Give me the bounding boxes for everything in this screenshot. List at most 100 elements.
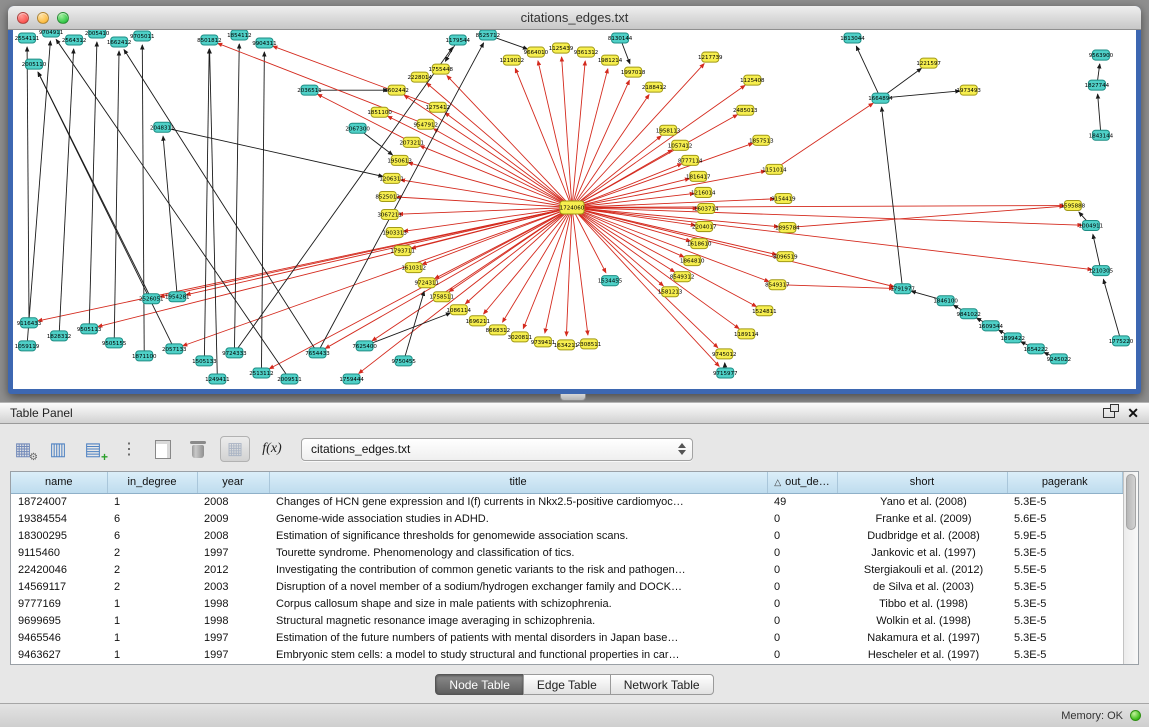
table-cell[interactable]: 2003 bbox=[197, 578, 269, 595]
table-cell[interactable]: 2008 bbox=[197, 527, 269, 544]
table-cell[interactable]: 9115460 bbox=[11, 544, 107, 561]
graph-node[interactable]: 9116433 bbox=[17, 318, 42, 328]
graph-node[interactable]: 2005410 bbox=[85, 30, 110, 38]
graph-node[interactable]: 1217739 bbox=[698, 52, 723, 62]
graph-node[interactable]: 1895784 bbox=[775, 223, 800, 233]
graph-node[interactable]: 1654222 bbox=[1024, 344, 1048, 354]
float-panel-icon[interactable] bbox=[1103, 408, 1115, 418]
graph-node[interactable]: 1958113 bbox=[656, 125, 681, 135]
graph-node[interactable]: 1664894 bbox=[868, 93, 893, 103]
graph-node[interactable]: 2036511 bbox=[297, 85, 321, 95]
table-cell[interactable]: Wolkin et al. (1998) bbox=[837, 612, 1007, 629]
table-cell[interactable]: 5.5E-5 bbox=[1007, 561, 1123, 578]
close-panel-icon[interactable]: ✕ bbox=[1127, 406, 1139, 420]
table-cell[interactable]: 1998 bbox=[197, 612, 269, 629]
graph-node[interactable]: 1997018 bbox=[621, 67, 646, 77]
window-resize-grip[interactable] bbox=[560, 394, 586, 401]
graph-node[interactable]: 3067211 bbox=[377, 210, 401, 220]
table-cell[interactable]: 6 bbox=[107, 527, 197, 544]
graph-node[interactable]: 1534455 bbox=[598, 276, 623, 286]
graph-node[interactable]: 1151014 bbox=[762, 164, 787, 174]
graph-node[interactable]: 9505155 bbox=[102, 338, 127, 348]
table-cell[interactable]: Tourette syndrome. Phenomenology and cla… bbox=[269, 544, 767, 561]
table-cell[interactable]: 1 bbox=[107, 646, 197, 663]
graph-node[interactable]: 9750455 bbox=[391, 356, 416, 366]
graph-node[interactable]: 9547912 bbox=[413, 119, 437, 129]
graph-node[interactable]: 1899422 bbox=[1001, 333, 1025, 343]
graph-node[interactable]: 1189114 bbox=[734, 329, 759, 339]
graph-node[interactable]: 1057412 bbox=[668, 140, 692, 150]
table-scroll-area[interactable]: namein_degreeyeartitle△out_de…shortpager… bbox=[11, 472, 1123, 664]
graph-node[interactable]: 9705011 bbox=[130, 31, 154, 41]
table-cell[interactable]: 5.3E-5 bbox=[1007, 493, 1123, 510]
graph-node[interactable]: 1950613 bbox=[387, 155, 412, 165]
show-columns-icon[interactable] bbox=[45, 436, 71, 462]
graph-node[interactable]: 9724311 bbox=[414, 278, 438, 288]
graph-hub-node[interactable]: 1724060 bbox=[560, 201, 585, 214]
graph-node[interactable]: 1755448 bbox=[429, 64, 454, 74]
table-cell[interactable]: 6 bbox=[107, 510, 197, 527]
graph-node[interactable]: 1854112 bbox=[227, 30, 251, 40]
graph-node[interactable]: 2513112 bbox=[249, 368, 273, 378]
table-cell[interactable]: Structural magnetic resonance image aver… bbox=[269, 612, 767, 629]
table-row[interactable]: 946362711997Embryonic stem cells: a mode… bbox=[11, 646, 1123, 663]
tab-network-table[interactable]: Network Table bbox=[610, 674, 714, 695]
graph-node[interactable]: 1871100 bbox=[132, 351, 157, 361]
table-row[interactable]: 1830029562008Estimation of significance … bbox=[11, 527, 1123, 544]
table-cell[interactable]: Changes of HCN gene expression and I(f) … bbox=[269, 493, 767, 510]
graph-node[interactable]: 9841022 bbox=[956, 309, 980, 319]
graph-node[interactable]: 1219012 bbox=[500, 55, 524, 65]
graph-node[interactable]: 2554111 bbox=[15, 33, 39, 43]
table-row[interactable]: 1872400712008Changes of HCN gene express… bbox=[11, 493, 1123, 510]
table-cell[interactable]: 5.3E-5 bbox=[1007, 578, 1123, 595]
table-cell[interactable]: 5.3E-5 bbox=[1007, 646, 1123, 663]
graph-node[interactable]: 1125439 bbox=[549, 43, 574, 53]
minimize-window-button[interactable] bbox=[37, 12, 49, 24]
table-cell[interactable]: Corpus callosum shape and size in male p… bbox=[269, 595, 767, 612]
graph-node[interactable]: 9563900 bbox=[1089, 50, 1114, 60]
graph-node[interactable]: 1662412 bbox=[107, 37, 131, 47]
graph-node[interactable]: 1505133 bbox=[192, 356, 217, 366]
graph-node[interactable]: 1857513 bbox=[749, 135, 774, 145]
graph-node[interactable]: 9245022 bbox=[1047, 354, 1071, 364]
graph-node[interactable]: 2204017 bbox=[692, 222, 717, 232]
table-cell[interactable]: 9699695 bbox=[11, 612, 107, 629]
scrollbar-thumb[interactable] bbox=[1126, 474, 1136, 530]
table-cell[interactable]: 1997 bbox=[197, 544, 269, 561]
table-mode-icon[interactable] bbox=[10, 436, 36, 462]
graph-node[interactable]: 1086114 bbox=[447, 305, 472, 315]
graph-node[interactable]: 9904311 bbox=[252, 38, 276, 48]
column-header-out_de[interactable]: △out_de… bbox=[767, 472, 837, 493]
table-row[interactable]: 2242004622012Investigating the contribut… bbox=[11, 561, 1123, 578]
graph-node[interactable]: 1059119 bbox=[15, 341, 40, 351]
graph-node[interactable]: 1210305 bbox=[1089, 266, 1114, 276]
graph-node[interactable]: 8096519 bbox=[773, 252, 798, 262]
table-cell[interactable]: 1 bbox=[107, 612, 197, 629]
graph-node[interactable]: 2009511 bbox=[277, 374, 301, 384]
graph-node[interactable]: 1981214 bbox=[598, 55, 623, 65]
graph-node[interactable]: 1618610 bbox=[687, 239, 712, 249]
graph-node[interactable]: 1816417 bbox=[686, 171, 711, 181]
graph-node[interactable]: 1696211 bbox=[466, 316, 490, 326]
table-cell[interactable]: Jankovic et al. (1997) bbox=[837, 544, 1007, 561]
graph-node[interactable]: 8525012 bbox=[375, 191, 399, 201]
table-cell[interactable]: 0 bbox=[767, 595, 837, 612]
graph-node[interactable]: 8777114 bbox=[678, 155, 703, 165]
graph-node[interactable]: 2485013 bbox=[733, 105, 758, 115]
graph-node[interactable]: 1903313 bbox=[382, 228, 407, 238]
graph-node[interactable]: 9664010 bbox=[524, 47, 549, 57]
graph-node[interactable]: 9715977 bbox=[713, 368, 738, 378]
table-cell[interactable]: 18300295 bbox=[11, 527, 107, 544]
function-builder-icon[interactable] bbox=[259, 436, 285, 462]
table-cell[interactable]: 9465546 bbox=[11, 629, 107, 646]
graph-node[interactable]: 7654433 bbox=[305, 348, 330, 358]
graph-node[interactable]: 1603714 bbox=[694, 203, 719, 213]
graph-node[interactable]: 2308511 bbox=[577, 339, 601, 349]
close-window-button[interactable] bbox=[17, 12, 29, 24]
table-cell[interactable]: 18724007 bbox=[11, 493, 107, 510]
table-cell[interactable]: 2 bbox=[107, 561, 197, 578]
graph-node[interactable]: 9739411 bbox=[531, 337, 555, 347]
graph-node[interactable]: 9505113 bbox=[77, 324, 102, 334]
table-cell[interactable]: 0 bbox=[767, 544, 837, 561]
new-document-icon[interactable] bbox=[150, 436, 176, 462]
